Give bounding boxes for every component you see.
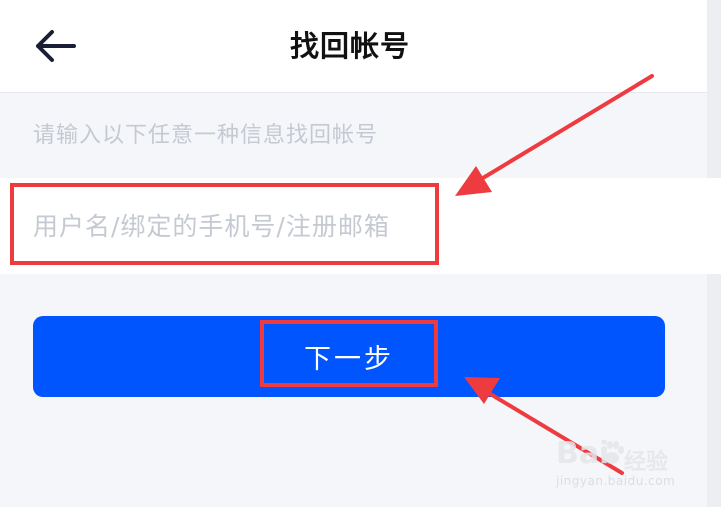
watermark: Bai 经验 jingyan.baidu.com	[548, 430, 698, 492]
page-title: 找回帐号	[289, 29, 410, 63]
watermark-url: jingyan.baidu.com	[556, 474, 676, 488]
next-step-button[interactable]: 下一步	[33, 316, 665, 397]
paw-icon	[601, 441, 624, 464]
account-input[interactable]	[33, 198, 453, 254]
next-step-label: 下一步	[304, 344, 394, 375]
instruction-text: 请输入以下任意一种信息找回帐号	[33, 123, 379, 148]
watermark-logo-text: Bai	[556, 436, 610, 471]
watermark-brand: 经验	[624, 450, 669, 475]
top-app-bar: 找回帐号	[0, 0, 721, 93]
account-input-row	[0, 178, 721, 274]
